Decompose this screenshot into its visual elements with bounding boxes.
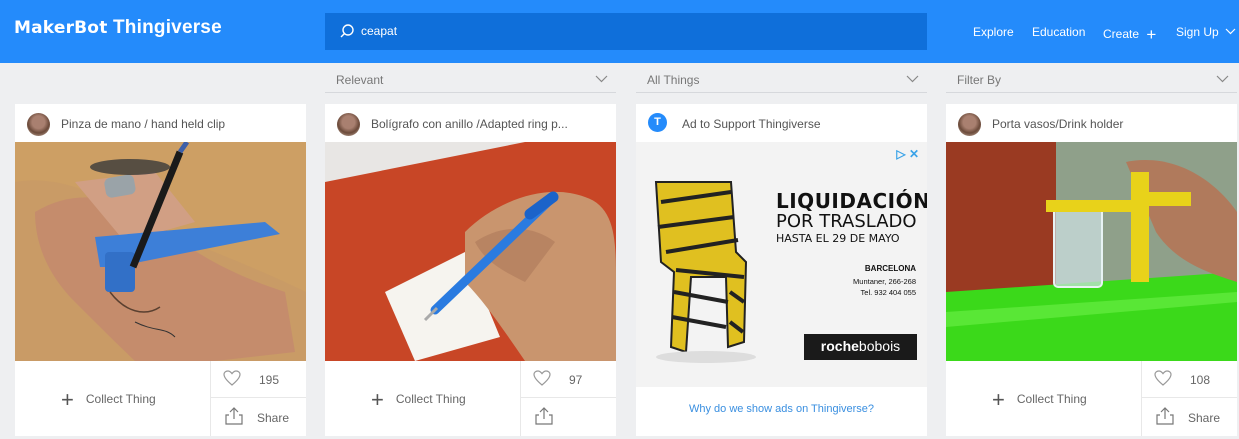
ad-address-line-2: Tel. 932 404 055 (860, 288, 916, 297)
collect-thing-button[interactable]: + Collect Thing (992, 387, 1087, 413)
share-button[interactable]: Share (210, 398, 306, 436)
heart-icon (1154, 370, 1172, 386)
collect-label: Collect Thing (85, 392, 156, 407)
logo-maker-text: MakerBot (14, 18, 108, 38)
thing-image[interactable] (946, 142, 1237, 361)
ad-address: Muntaner, 266-268 Tel. 932 404 055 (816, 276, 916, 298)
like-count: 108 (1190, 373, 1211, 387)
plus-icon: + (992, 387, 1005, 412)
ad-address-line-1: Muntaner, 266-268 (853, 277, 916, 286)
ad-card: T Ad to Support Thingiverse ▷ ✕ LIQUIDAC… (636, 104, 927, 436)
card-footer: + Collect Thing 108 Share (946, 361, 1237, 436)
chevron-down-icon (1216, 75, 1229, 83)
share-icon (225, 407, 243, 425)
avatar[interactable] (27, 113, 50, 136)
chevron-down-icon (1225, 28, 1236, 35)
avatar[interactable] (958, 113, 981, 136)
ad-city: BARCELONA (864, 264, 916, 273)
ad-headline-2: POR TRASLADO (776, 211, 917, 232)
card-footer: + Collect Thing 195 Share (15, 361, 306, 436)
share-label: Share (257, 411, 290, 425)
share-button[interactable]: Share (1141, 398, 1237, 436)
ad-headline-1: LIQUIDACIÓN (776, 189, 927, 213)
chevron-down-icon (906, 75, 919, 83)
search-value: ceapat (361, 24, 398, 38)
collect-thing-button[interactable]: + Collect Thing (61, 387, 156, 413)
share-icon (1156, 407, 1174, 425)
share-button[interactable] (520, 398, 616, 436)
sort-dropdown-value: Relevant (336, 73, 384, 87)
site-logo[interactable]: MakerBot Thingiverse (14, 17, 222, 39)
nav-signup[interactable]: Sign Up (1176, 25, 1236, 39)
plus-icon: + (1146, 25, 1157, 44)
logo-thingiverse-text: Thingiverse (113, 17, 222, 38)
nav-create[interactable]: Create + (1103, 25, 1156, 45)
nav-education[interactable]: Education (1032, 25, 1085, 39)
thing-title[interactable]: Pinza de mano / hand held clip (61, 117, 225, 131)
search-icon (340, 24, 354, 38)
ad-title: Ad to Support Thingiverse (682, 117, 821, 131)
share-label: Share (1188, 411, 1221, 425)
ad-headline-3: HASTA EL 29 DE MAYO (776, 232, 900, 245)
like-button[interactable]: 97 (520, 361, 616, 398)
why-ads-link[interactable]: Why do we show ads on Thingiverse? (636, 403, 927, 415)
nav-signup-label: Sign Up (1176, 25, 1219, 39)
thing-card: Porta vasos/Drink holder + Collect Thing … (946, 104, 1237, 436)
ad-brand-logo: rochebobois (804, 334, 917, 360)
avatar[interactable] (337, 113, 360, 136)
collect-thing-button[interactable]: + Collect Thing (371, 387, 466, 413)
thing-image[interactable] (15, 142, 306, 361)
sort-dropdown[interactable]: Relevant (325, 67, 616, 93)
nav-explore[interactable]: Explore (973, 25, 1014, 39)
thingiverse-t-icon: T (648, 113, 667, 132)
ad-choices-icon[interactable]: ▷ ✕ (896, 147, 919, 161)
like-button[interactable]: 108 (1141, 361, 1237, 398)
type-dropdown-value: All Things (647, 73, 700, 87)
plus-icon: + (61, 387, 74, 412)
heart-icon (223, 370, 241, 386)
filter-by-dropdown[interactable]: Filter By (946, 67, 1237, 93)
thing-title[interactable]: Porta vasos/Drink holder (992, 117, 1123, 131)
thing-card: Bolígrafo con anillo /Adapted ring p... … (325, 104, 616, 436)
type-dropdown[interactable]: All Things (636, 67, 927, 93)
thing-card: Pinza de mano / hand held clip + Collect … (15, 104, 306, 436)
thing-title[interactable]: Bolígrafo con anillo /Adapted ring p... (371, 117, 568, 131)
share-icon (535, 407, 553, 425)
like-button[interactable]: 195 (210, 361, 306, 398)
collect-label: Collect Thing (395, 392, 466, 407)
nav-create-label: Create (1103, 27, 1140, 41)
heart-icon (533, 370, 551, 386)
ad-banner[interactable]: ▷ ✕ LIQUIDACIÓN POR TRASLADO HASTA EL 29… (636, 142, 927, 387)
thing-image[interactable] (325, 142, 616, 361)
ad-brand-light: bobois (858, 338, 901, 354)
collect-label: Collect Thing (1016, 392, 1087, 407)
top-navigation-bar: MakerBot Thingiverse ceapat Explore Educ… (0, 0, 1239, 63)
like-count: 97 (569, 373, 583, 387)
search-input[interactable]: ceapat (325, 13, 927, 50)
filter-by-dropdown-value: Filter By (957, 73, 1002, 87)
plus-icon: + (371, 387, 384, 412)
like-count: 195 (259, 373, 280, 387)
ad-brand-bold: roche (820, 338, 859, 354)
card-footer: + Collect Thing 97 (325, 361, 616, 436)
chevron-down-icon (595, 75, 608, 83)
